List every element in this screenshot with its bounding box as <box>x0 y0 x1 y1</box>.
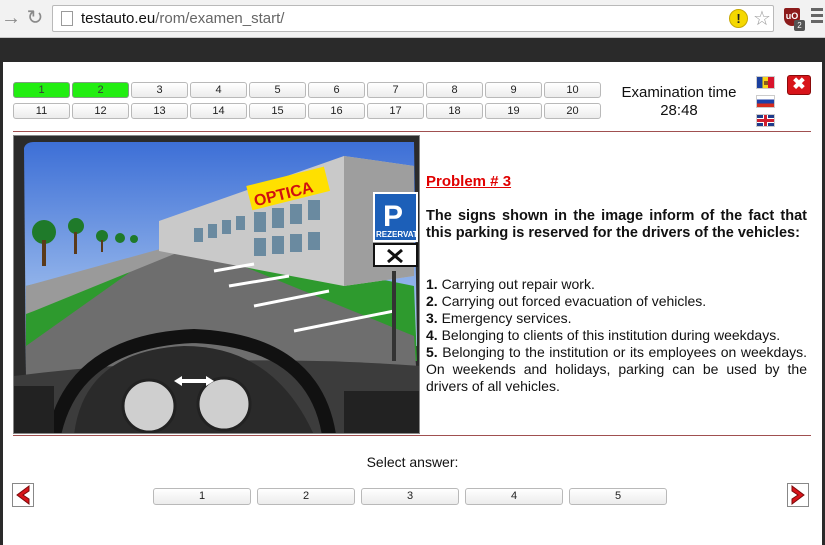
question-button-10[interactable]: 10 <box>544 82 601 98</box>
back-arrow-icon[interactable]: → <box>0 6 22 30</box>
exam-time-value: 28:48 <box>660 102 698 119</box>
exam-time-label: Examination time <box>621 84 737 101</box>
problem-title: Problem # 3 <box>426 173 512 190</box>
russia-flag-icon[interactable] <box>756 95 775 108</box>
exam-modal: 1 2 3 4 5 6 7 8 9 10 11 12 13 14 15 16 1… <box>3 62 822 545</box>
answer-button-1[interactable]: 1 <box>153 488 251 505</box>
answer-button-3[interactable]: 3 <box>361 488 459 505</box>
answer-number: 3. <box>426 310 438 326</box>
answer-option: 5. Belonging to the institution or its e… <box>426 344 807 395</box>
answer-options: 1. Carrying out repair work. 2. Carrying… <box>426 276 807 395</box>
browser-toolbar: → ↻ testauto.eu/rom/examen_start/ ! ☆ uO… <box>0 0 825 38</box>
address-bar[interactable]: testauto.eu/rom/examen_start/ ! ☆ <box>52 5 774 32</box>
answer-number: 2. <box>426 293 438 309</box>
question-button-20[interactable]: 20 <box>544 103 601 119</box>
select-answer-label: Select answer: <box>366 454 459 470</box>
url-text[interactable]: testauto.eu/rom/examen_start/ <box>81 10 284 27</box>
question-button-4[interactable]: 4 <box>190 82 247 98</box>
divider-bottom <box>13 435 811 436</box>
reload-icon[interactable]: ↻ <box>24 6 46 30</box>
bookmark-star-icon[interactable]: ☆ <box>753 6 771 31</box>
question-button-14[interactable]: 14 <box>190 103 247 119</box>
page-icon <box>61 11 73 26</box>
close-button[interactable]: ✖ <box>787 75 811 95</box>
question-button-9[interactable]: 9 <box>485 82 542 98</box>
question-button-15[interactable]: 15 <box>249 103 306 119</box>
answer-text: Emergency services. <box>437 310 572 326</box>
problem-illustration: OPTICA P REZERVAT <box>13 135 420 434</box>
question-button-7[interactable]: 7 <box>367 82 424 98</box>
driver-view-illustration: OPTICA P REZERVAT <box>14 136 419 433</box>
answer-text: Carrying out forced evacuation of vehicl… <box>437 293 707 309</box>
answer-text: Belonging to the institution or its empl… <box>426 344 807 394</box>
answer-number: 4. <box>426 327 438 343</box>
exam-timer: Examination time 28:48 <box>609 84 749 120</box>
answer-text: Carrying out repair work. <box>437 276 595 292</box>
answer-number: 5. <box>426 344 438 360</box>
dimmed-page-header <box>0 38 825 62</box>
question-button-3[interactable]: 3 <box>131 82 188 98</box>
question-button-18[interactable]: 18 <box>426 103 483 119</box>
uk-flag-icon[interactable] <box>756 114 775 127</box>
question-button-8[interactable]: 8 <box>426 82 483 98</box>
question-button-5[interactable]: 5 <box>249 82 306 98</box>
answer-option: 1. Carrying out repair work. <box>426 276 807 293</box>
answer-number: 1. <box>426 276 438 292</box>
question-button-2[interactable]: 2 <box>72 82 129 98</box>
moldova-flag-icon[interactable] <box>756 76 775 89</box>
answer-text: Belonging to clients of this institution… <box>437 327 781 343</box>
question-button-11[interactable]: 11 <box>13 103 70 119</box>
parking-sign-letter: P <box>383 200 403 233</box>
answer-button-2[interactable]: 2 <box>257 488 355 505</box>
question-button-6[interactable]: 6 <box>308 82 365 98</box>
problem-question: The signs shown in the image inform of t… <box>426 208 807 241</box>
question-button-13[interactable]: 13 <box>131 103 188 119</box>
question-button-16[interactable]: 16 <box>308 103 365 119</box>
answer-option: 4. Belonging to clients of this institut… <box>426 327 807 344</box>
question-button-1[interactable]: 1 <box>13 82 70 98</box>
previous-arrow-icon[interactable] <box>12 483 34 507</box>
question-button-19[interactable]: 19 <box>485 103 542 119</box>
answer-button-4[interactable]: 4 <box>465 488 563 505</box>
question-button-12[interactable]: 12 <box>72 103 129 119</box>
menu-icon[interactable] <box>811 8 823 24</box>
answer-button-5[interactable]: 5 <box>569 488 667 505</box>
next-arrow-icon[interactable] <box>787 483 809 507</box>
url-host: testauto.eu <box>81 10 156 27</box>
url-path: /rom/examen_start/ <box>155 10 285 27</box>
warning-icon[interactable]: ! <box>729 9 748 28</box>
divider-top <box>13 131 811 132</box>
answer-option: 3. Emergency services. <box>426 310 807 327</box>
answer-option: 2. Carrying out forced evacuation of veh… <box>426 293 807 310</box>
close-icon: ✖ <box>792 76 806 93</box>
extension-badge: 2 <box>794 20 805 31</box>
question-button-17[interactable]: 17 <box>367 103 424 119</box>
rezervat-plate: REZERVAT <box>376 230 418 239</box>
